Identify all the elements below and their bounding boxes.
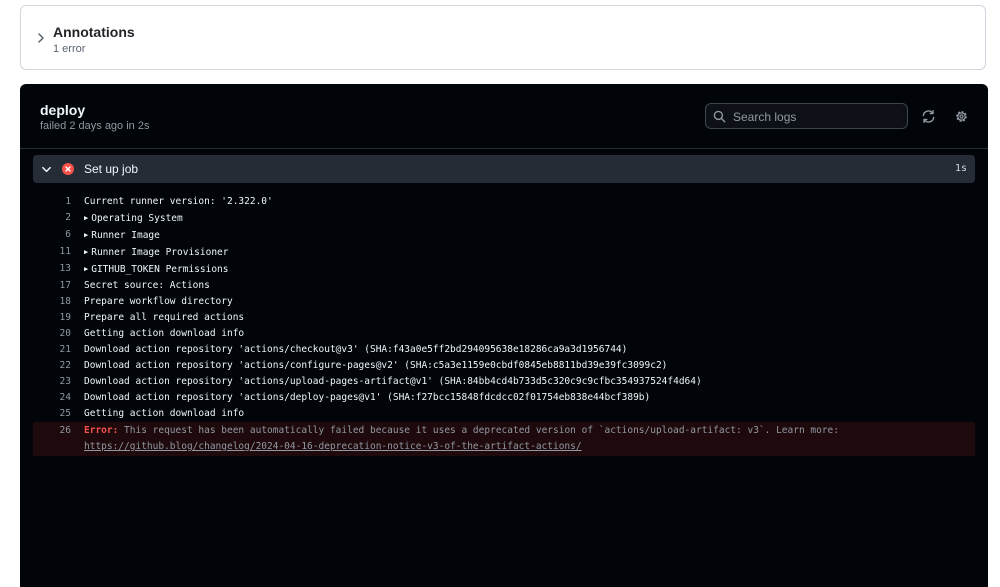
log-text: ▶ Operating System [84,210,975,227]
line-number[interactable]: 17 [33,278,84,294]
log-line: 25 Getting action download info [33,406,975,422]
log-text: Download action repository 'actions/chec… [84,342,975,358]
log-text-content: Secret source: Actions [84,280,210,291]
settings-button[interactable] [950,105,972,127]
log-line: 19 Prepare all required actions [33,310,975,326]
error-label: Error: [84,425,119,436]
log-line: 18 Prepare workflow directory [33,294,975,310]
log-output: 1 Current runner version: '2.322.0' 2 ▶ Oper… [33,194,975,456]
line-number[interactable]: 26 [33,423,84,455]
expand-caret-icon[interactable]: ▶ [84,261,88,277]
error-message: This request has been automatically fail… [118,425,839,436]
step-setup-job[interactable]: Set up job 1s [33,155,975,183]
job-status-text: failed 2 days ago in 2s [40,120,150,132]
log-line: 21 Download action repository 'actions/ch… [33,342,975,358]
log-text-content: Current runner version: '2.322.0' [84,196,273,207]
line-number[interactable]: 11 [33,244,84,261]
log-line[interactable]: 6 ▶ Runner Image [33,227,975,244]
log-line: 17 Secret source: Actions [33,278,975,294]
line-number[interactable]: 13 [33,261,84,278]
line-number[interactable]: 6 [33,227,84,244]
line-number[interactable]: 2 [33,210,84,227]
log-text: Getting action download info [84,406,975,422]
search-logs[interactable] [705,103,908,129]
log-line: 22 Download action repository 'actions/co… [33,358,975,374]
log-text-content: Getting action download info [84,328,245,339]
expand-caret-icon[interactable]: ▶ [84,210,88,226]
annotations-summary: 1 error [53,43,86,55]
line-number[interactable]: 24 [33,390,84,406]
error-text: Error: This request has been automatical… [84,423,975,455]
log-text: Current runner version: '2.322.0' [84,194,975,210]
error-log-line: 26 Error: This request has been automatic… [33,422,975,456]
step-duration: 1s [954,163,967,174]
log-text: Prepare workflow directory [84,294,975,310]
log-text: Download action repository 'actions/depl… [84,390,975,406]
job-log-panel: deploy failed 2 days ago in 2s Search lo… [20,84,988,587]
log-text-content: Runner Image Provisioner [91,247,229,258]
line-number[interactable]: 20 [33,326,84,342]
log-line[interactable]: 2 ▶ Operating System [33,210,975,227]
annotations-title: Annotations [53,24,135,40]
log-text: Prepare all required actions [84,310,975,326]
expand-caret-icon[interactable]: ▶ [84,244,88,260]
log-text: Secret source: Actions [84,278,975,294]
search-input[interactable] [731,107,905,127]
log-text: ▶ Runner Image [84,227,975,244]
log-text-content: Operating System [91,213,183,224]
search-icon [713,110,726,123]
gear-icon [955,110,967,122]
log-text-content: Download action repository 'actions/conf… [84,360,668,371]
log-line: 20 Getting action download info [33,326,975,342]
log-text-content: GITHUB_TOKEN Permissions [91,264,229,275]
log-line[interactable]: 11 ▶ Runner Image Provisioner [33,244,975,261]
log-text-content: Runner Image [91,230,160,241]
error-status-icon [62,163,74,175]
log-text: Getting action download info [84,326,975,342]
log-text-content: Getting action download info [84,408,245,419]
log-text-content: Download action repository 'actions/chec… [84,344,628,355]
line-number[interactable]: 18 [33,294,84,310]
log-line: 23 Download action repository 'actions/up… [33,374,975,390]
expand-caret-icon[interactable]: ▶ [84,227,88,243]
refresh-button[interactable] [917,105,939,127]
line-number[interactable]: 25 [33,406,84,422]
line-number[interactable]: 23 [33,374,84,390]
annotations-panel[interactable]: Annotations 1 error [20,5,986,70]
log-text-content: Prepare all required actions [84,312,245,323]
log-text: ▶ GITHUB_TOKEN Permissions [84,261,975,278]
line-number[interactable]: 19 [33,310,84,326]
header-divider [20,148,988,149]
log-text: ▶ Runner Image Provisioner [84,244,975,261]
line-number[interactable]: 21 [33,342,84,358]
line-number[interactable]: 1 [33,194,84,210]
job-name: deploy [40,102,86,118]
learn-more-link[interactable]: https://github.blog/changelog/2024-04-16… [84,441,582,452]
log-line: 24 Download action repository 'actions/de… [33,390,975,406]
log-line[interactable]: 13 ▶ GITHUB_TOKEN Permissions [33,261,975,278]
line-number[interactable]: 22 [33,358,84,374]
chevron-right-icon[interactable] [35,32,47,44]
step-name: Set up job [84,162,139,176]
log-text-content: Download action repository 'actions/depl… [84,392,651,403]
log-text-content: Download action repository 'actions/uplo… [84,376,702,387]
log-text: Download action repository 'actions/uplo… [84,374,975,390]
refresh-icon [922,109,934,123]
log-text-content: Prepare workflow directory [84,296,233,307]
log-line: 1 Current runner version: '2.322.0' [33,194,975,210]
log-text: Download action repository 'actions/conf… [84,358,975,374]
chevron-down-icon[interactable] [41,164,52,175]
